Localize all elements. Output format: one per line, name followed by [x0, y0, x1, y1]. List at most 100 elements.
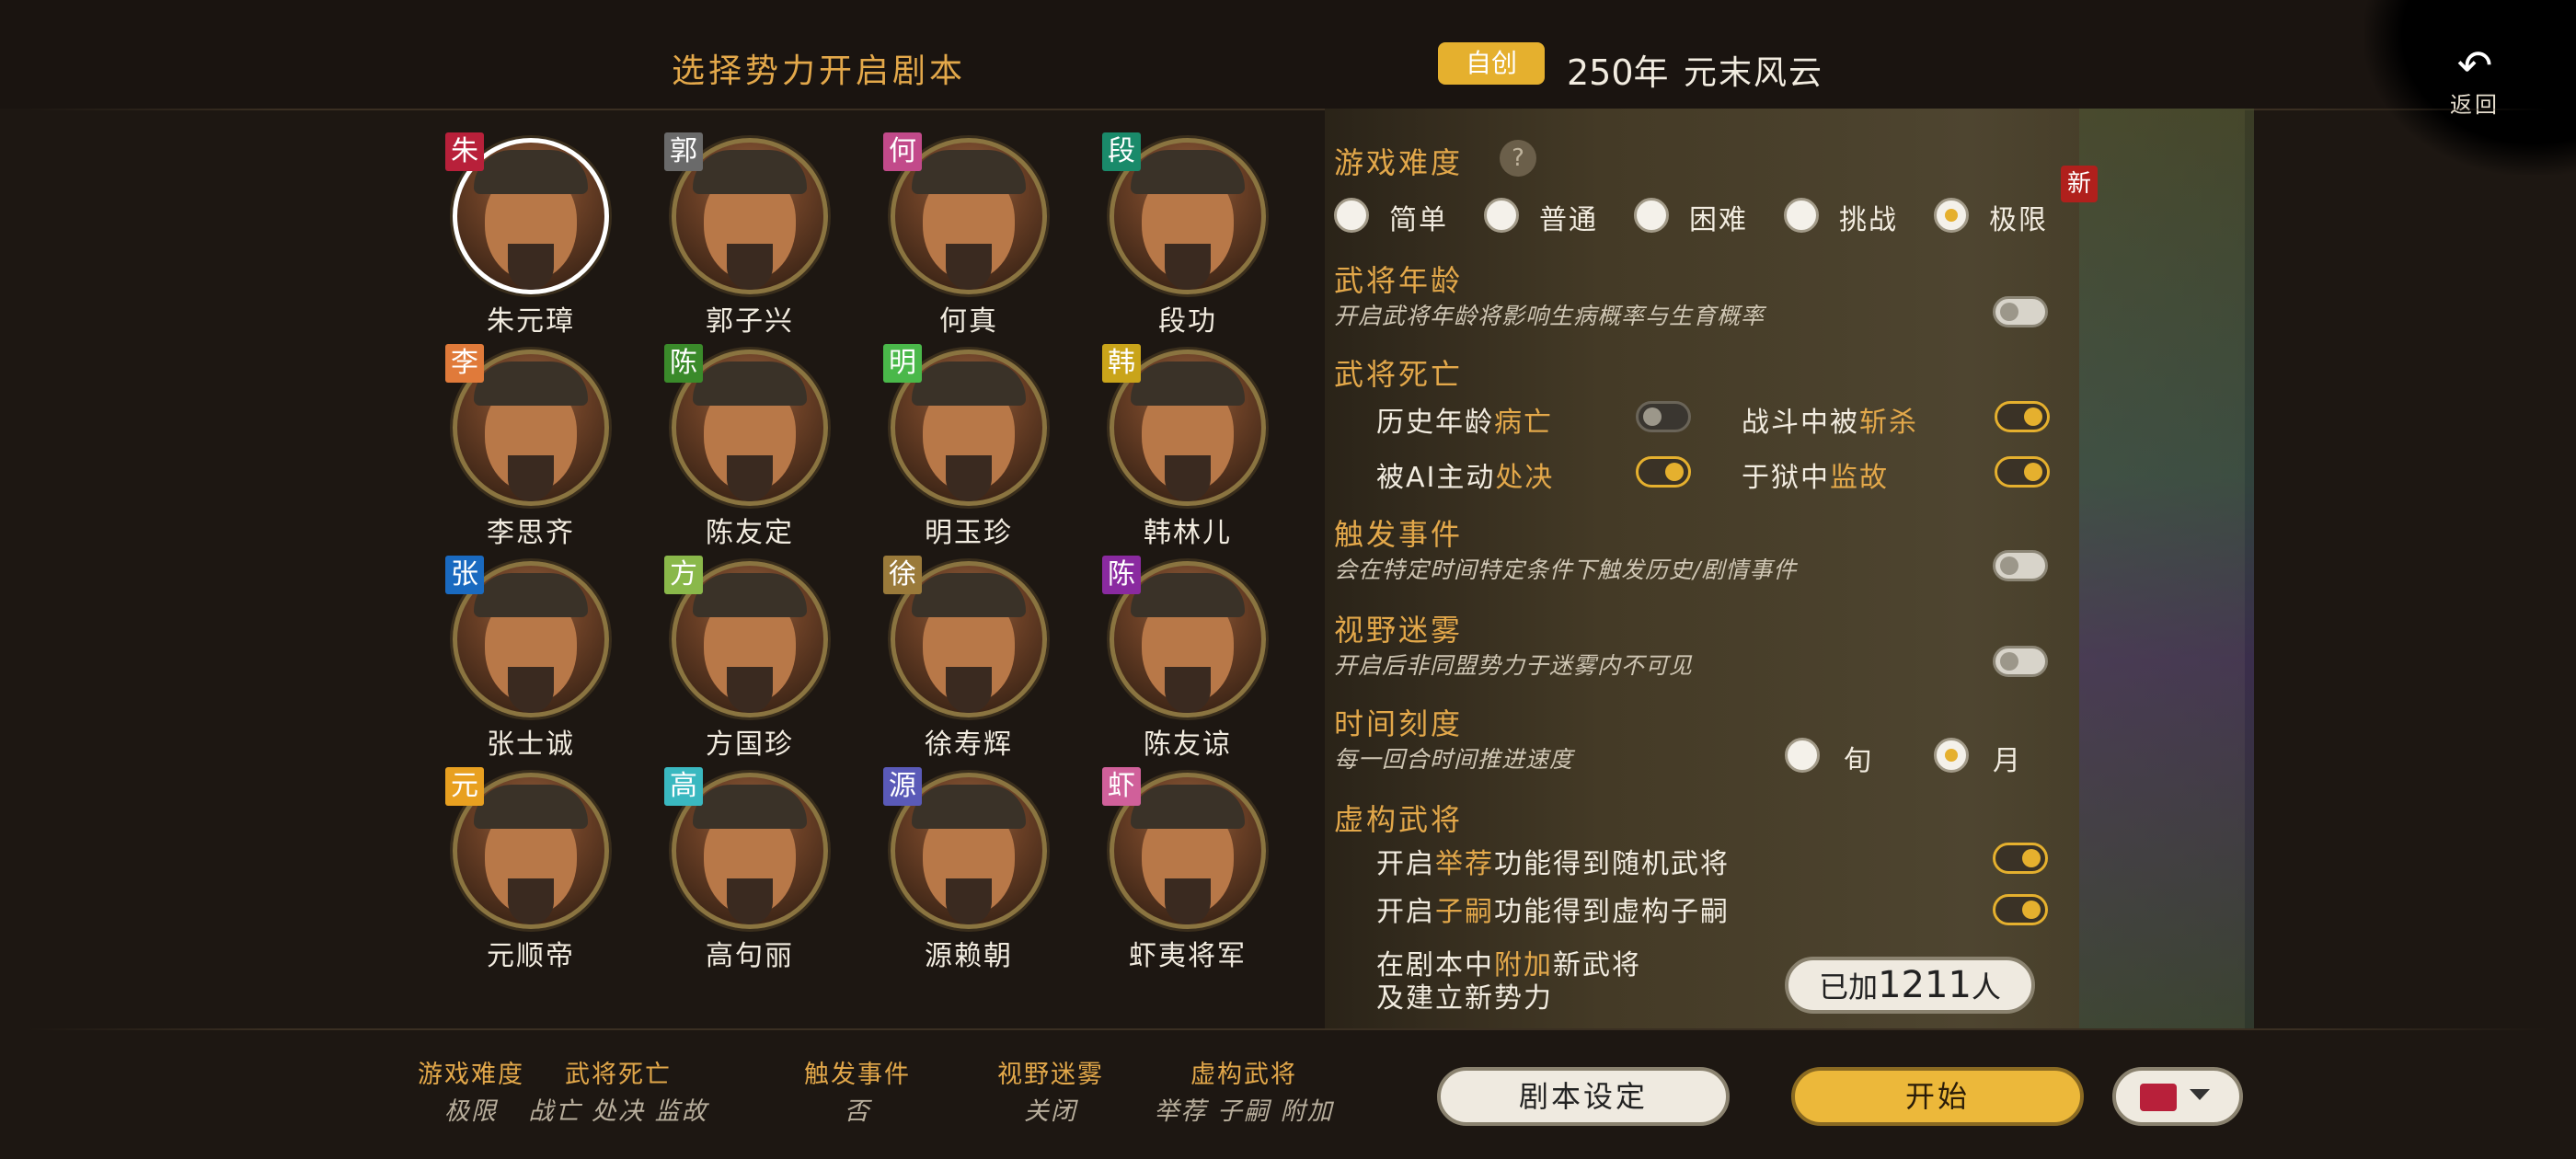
killed-in-battle-toggle[interactable] [1995, 401, 2050, 432]
portrait-beard [727, 667, 773, 713]
portrait-helmet [693, 150, 807, 194]
custom-mode-badge: 自创 [1438, 42, 1545, 85]
historical-age-label: 历史年龄病亡 [1376, 407, 1553, 439]
difficulty-radio[interactable] [1934, 198, 1969, 233]
difficulty-radio[interactable] [1334, 198, 1369, 233]
back-label: 返回 [2450, 92, 2500, 118]
difficulty-option-label: 极限 [1989, 204, 2048, 236]
portrait-beard [727, 878, 773, 924]
lord-card[interactable]: 陈陈友谅 [1102, 556, 1284, 773]
lord-card[interactable]: 元元顺帝 [445, 767, 627, 984]
recommend-toggle[interactable] [1993, 843, 2048, 874]
ai-execute-toggle[interactable] [1636, 456, 1691, 488]
faction-badge: 元 [445, 767, 484, 806]
historical-age-death-toggle[interactable] [1636, 401, 1691, 432]
fog-toggle[interactable] [1993, 646, 2048, 677]
lord-name: 陈友定 [706, 517, 794, 549]
lord-card[interactable]: 何何真 [883, 132, 1065, 350]
lord-name: 徐寿辉 [925, 729, 1013, 761]
portrait-helmet [912, 785, 1026, 829]
lord-name: 明玉珍 [925, 517, 1013, 549]
lord-name: 高句丽 [706, 940, 794, 972]
portrait-beard [946, 878, 992, 924]
start-button[interactable]: 开始 [1791, 1067, 2084, 1126]
jailed-death-label: 于狱中监故 [1742, 462, 1889, 494]
time-scale-radio[interactable] [1934, 738, 1969, 773]
time-scale-option-label: 月 [1993, 745, 2022, 777]
faction-badge: 段 [1102, 132, 1141, 171]
portrait-helmet [693, 785, 807, 829]
lord-name: 虾夷将军 [1129, 940, 1247, 972]
lord-card[interactable]: 徐徐寿辉 [883, 556, 1065, 773]
lord-card[interactable]: 段段功 [1102, 132, 1284, 350]
return-arrow-icon: ↶ [2456, 40, 2493, 90]
added-count: 1211 [1878, 964, 1972, 1006]
lord-card[interactable]: 源源赖朝 [883, 767, 1065, 984]
portrait-beard [1165, 455, 1211, 501]
lord-name: 李思齐 [487, 517, 575, 549]
faction-badge: 何 [883, 132, 922, 171]
portrait-helmet [693, 573, 807, 617]
portrait-beard [727, 244, 773, 290]
killed-in-battle-label: 战斗中被斩杀 [1742, 407, 1918, 439]
portrait-helmet [1131, 150, 1245, 194]
portrait-helmet [474, 573, 588, 617]
lord-name: 陈友谅 [1144, 729, 1232, 761]
events-desc: 会在特定时间特定条件下触发历史/剧情事件 [1334, 557, 1798, 583]
faction-badge: 韩 [1102, 344, 1141, 383]
heir-toggle[interactable] [1993, 894, 2048, 925]
portrait-helmet [1131, 573, 1245, 617]
general-age-title: 武将年龄 [1334, 263, 1464, 298]
events-toggle[interactable] [1993, 550, 2048, 581]
faction-badge: 陈 [664, 344, 703, 383]
player-color-dropdown[interactable] [2112, 1067, 2243, 1126]
faction-badge: 李 [445, 344, 484, 383]
page-title: 选择势力开启剧本 [672, 52, 967, 90]
portrait-helmet [1131, 785, 1245, 829]
added-generals-button[interactable]: 已加1211人 [1785, 957, 2035, 1014]
portrait-beard [1165, 878, 1211, 924]
lord-card[interactable]: 高高句丽 [664, 767, 846, 984]
events-title: 触发事件 [1334, 517, 1464, 552]
lord-name: 朱元璋 [487, 305, 575, 338]
lord-card[interactable]: 明明玉珍 [883, 344, 1065, 561]
summary-label: 虚构武将 [1190, 1061, 1297, 1089]
time-scale-radio[interactable] [1785, 738, 1820, 773]
jailed-death-toggle[interactable] [1995, 456, 2050, 488]
portrait-helmet [1131, 361, 1245, 406]
lord-card[interactable]: 郭郭子兴 [664, 132, 846, 350]
lord-card[interactable]: 韩韩林儿 [1102, 344, 1284, 561]
lord-card[interactable]: 陈陈友定 [664, 344, 846, 561]
lord-card[interactable]: 朱朱元璋 [445, 132, 627, 350]
lord-card[interactable]: 方方国珍 [664, 556, 846, 773]
portrait-helmet [693, 361, 807, 406]
lord-name: 郭子兴 [706, 305, 794, 338]
portrait-beard [727, 455, 773, 501]
recommend-label: 开启举荐功能得到随机武将 [1376, 848, 1730, 880]
faction-badge: 高 [664, 767, 703, 806]
summary-label: 武将死亡 [565, 1061, 672, 1089]
difficulty-radio[interactable] [1784, 198, 1819, 233]
scenario-settings-button[interactable]: 剧本设定 [1437, 1067, 1730, 1126]
lord-name: 源赖朝 [925, 940, 1013, 972]
back-button[interactable]: ↶ 返回 [2438, 44, 2512, 127]
difficulty-radio[interactable] [1634, 198, 1669, 233]
time-scale-desc: 每一回合时间推进速度 [1334, 746, 1574, 773]
portrait-beard [1165, 667, 1211, 713]
faction-badge: 张 [445, 556, 484, 594]
scenario-name: 元末风云 [1684, 54, 1824, 92]
lord-card[interactable]: 虾虾夷将军 [1102, 767, 1284, 984]
summary-value: 举荐 子嗣 附加 [1154, 1097, 1334, 1126]
fog-title: 视野迷雾 [1334, 613, 1464, 648]
help-icon[interactable]: ? [1500, 140, 1536, 177]
scenario-year: 250年 [1567, 52, 1669, 93]
lord-card[interactable]: 李李思齐 [445, 344, 627, 561]
difficulty-radio[interactable] [1484, 198, 1519, 233]
lord-name: 方国珍 [706, 729, 794, 761]
difficulty-option-label: 困难 [1689, 204, 1748, 236]
header-bar [0, 0, 2576, 109]
lord-card[interactable]: 张张士诚 [445, 556, 627, 773]
heir-label: 开启子嗣功能得到虚构子嗣 [1376, 896, 1730, 928]
portrait-helmet [912, 361, 1026, 406]
general-age-toggle[interactable] [1993, 296, 2048, 327]
